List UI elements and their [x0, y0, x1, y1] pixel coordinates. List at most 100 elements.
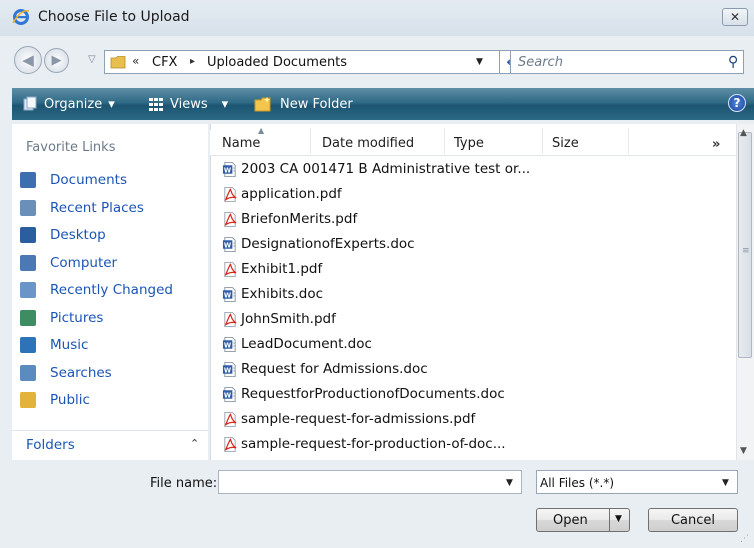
help-icon[interactable]: ?	[728, 94, 746, 112]
folders-collapse-icon[interactable]: ⌃	[190, 437, 199, 450]
column-name-header[interactable]: Name	[222, 136, 260, 151]
recently-changed-icon	[20, 282, 36, 298]
open-button[interactable]: Open ▼	[536, 508, 630, 532]
resize-grip-icon[interactable]: ⋰	[740, 534, 749, 544]
sidebar-item-searches[interactable]: Searches	[20, 361, 206, 385]
file-name: JohnSmith.pdf	[241, 311, 336, 327]
sidebar-item-computer[interactable]: Computer	[20, 251, 206, 275]
pictures-icon	[20, 309, 36, 326]
sidebar-item-label: Recent Places	[50, 199, 144, 216]
forward-button[interactable]: ▶	[44, 48, 69, 73]
breadcrumb-uploaded-documents[interactable]: Uploaded Documents	[207, 55, 347, 70]
file-row[interactable]: W Exhibits.doc	[222, 282, 323, 306]
file-name: 2003 CA 001471 B Administrative test or.…	[241, 161, 531, 177]
open-options-dropdown-icon[interactable]: ▼	[615, 514, 622, 524]
documents-icon	[20, 172, 36, 188]
column-size-header[interactable]: Size	[552, 136, 579, 151]
organize-button[interactable]: Organize ▾	[22, 96, 115, 112]
file-name: sample-request-for-admissions.pdf	[241, 411, 476, 427]
word-document-icon: W	[222, 236, 236, 252]
organize-label: Organize	[44, 96, 103, 112]
pdf-file-icon	[224, 261, 237, 277]
file-type-dropdown-icon[interactable]: ▼	[722, 478, 729, 488]
file-name: sample-request-for-production-of-doc...	[241, 436, 506, 452]
sidebar-item-music[interactable]: Music	[20, 333, 206, 357]
breadcrumb-separator-icon[interactable]: ▸	[190, 56, 195, 67]
address-chevrons-icon[interactable]: «	[132, 54, 139, 68]
file-name: BriefonMerits.pdf	[241, 211, 358, 227]
pdf-file-icon	[224, 436, 237, 452]
word-document-icon: W	[222, 286, 236, 302]
scroll-grip-icon: ≡	[742, 246, 750, 256]
search-icon[interactable]: ⚲	[728, 54, 738, 70]
file-row[interactable]: sample-request-for-admissions.pdf	[222, 407, 475, 431]
views-caret-icon: ▾	[221, 96, 229, 112]
more-columns-icon[interactable]: »	[712, 137, 720, 152]
recent-pages-dropdown-icon[interactable]: ▽	[88, 54, 96, 65]
public-icon	[20, 392, 36, 408]
address-dropdown-icon[interactable]: ▼	[476, 57, 483, 67]
column-divider[interactable]	[628, 128, 629, 154]
file-row[interactable]: sample-request-for-production-of-doc...	[222, 432, 506, 456]
back-button[interactable]: ◀	[14, 46, 42, 74]
file-name: application.pdf	[241, 186, 342, 202]
file-row[interactable]: W 2003 CA 001471 B Administrative test or…	[222, 157, 530, 181]
file-row[interactable]: Exhibit1.pdf	[222, 257, 322, 281]
scroll-up-arrow-icon[interactable]: ▲	[740, 128, 747, 138]
sidebar-item-recent-places[interactable]: Recent Places	[20, 196, 206, 220]
folders-label[interactable]: Folders	[26, 437, 75, 453]
search-placeholder: Search	[518, 55, 563, 70]
file-name-dropdown-icon[interactable]: ▼	[506, 478, 513, 488]
column-divider[interactable]	[444, 128, 445, 154]
column-type-header[interactable]: Type	[454, 136, 484, 151]
new-folder-button[interactable]: New Folder	[254, 96, 353, 112]
scrollbar-thumb[interactable]	[738, 132, 752, 358]
sort-ascending-icon: ▲	[258, 126, 265, 135]
file-name-label: File name:	[150, 476, 218, 491]
sidebar-item-public[interactable]: Public	[20, 388, 206, 412]
organize-caret-icon: ▾	[108, 96, 115, 112]
column-divider[interactable]	[542, 128, 543, 154]
word-document-icon: W	[222, 386, 236, 402]
desktop-icon	[20, 227, 36, 243]
sidebar-item-label: Searches	[50, 364, 112, 381]
sidebar-item-label: Music	[50, 337, 89, 353]
music-icon	[20, 337, 36, 353]
views-label: Views	[170, 96, 208, 112]
searches-icon	[20, 364, 36, 381]
window-title: Choose File to Upload	[38, 9, 190, 25]
sidebar-item-desktop[interactable]: Desktop	[20, 223, 206, 247]
organize-icon	[23, 96, 37, 111]
recent-places-icon	[20, 199, 36, 216]
close-button[interactable]: ✕	[722, 8, 748, 26]
new-folder-icon	[254, 97, 271, 112]
file-row[interactable]: W Request for Admissions.doc	[222, 357, 428, 381]
forward-arrow-icon: ▶	[51, 53, 62, 68]
file-name-input[interactable]	[218, 470, 522, 494]
sidebar-item-pictures[interactable]: Pictures	[20, 306, 206, 330]
file-row[interactable]: W LeadDocument.doc	[222, 332, 372, 356]
file-row[interactable]: JohnSmith.pdf	[222, 307, 336, 331]
file-row[interactable]: application.pdf	[222, 182, 342, 206]
file-name: DesignationofExperts.doc	[241, 236, 415, 252]
breadcrumb-cfx[interactable]: CFX	[152, 55, 177, 70]
file-row[interactable]: BriefonMerits.pdf	[222, 207, 357, 231]
word-document-icon: W	[222, 161, 236, 177]
sidebar-item-label: Computer	[50, 254, 118, 271]
svg-text:W: W	[224, 241, 232, 249]
open-split-divider	[609, 509, 610, 531]
favorite-links-heading: Favorite Links	[26, 140, 116, 155]
internet-explorer-icon	[12, 9, 30, 25]
svg-text:W: W	[224, 341, 232, 349]
sidebar-item-label: Recently Changed	[50, 282, 173, 298]
file-row[interactable]: W DesignationofExperts.doc	[222, 232, 415, 256]
column-divider[interactable]	[310, 128, 311, 154]
scroll-down-arrow-icon[interactable]: ▼	[740, 446, 747, 456]
column-date-modified-header[interactable]: Date modified	[322, 136, 414, 151]
sidebar-item-documents[interactable]: Documents	[20, 168, 206, 192]
file-row[interactable]: W RequestforProductionofDocuments.doc	[222, 382, 505, 406]
sidebar-item-recently-changed[interactable]: Recently Changed	[20, 278, 206, 302]
cancel-button[interactable]: Cancel	[648, 508, 738, 532]
file-name: LeadDocument.doc	[241, 336, 372, 352]
views-button[interactable]: Views ▾	[148, 96, 228, 112]
